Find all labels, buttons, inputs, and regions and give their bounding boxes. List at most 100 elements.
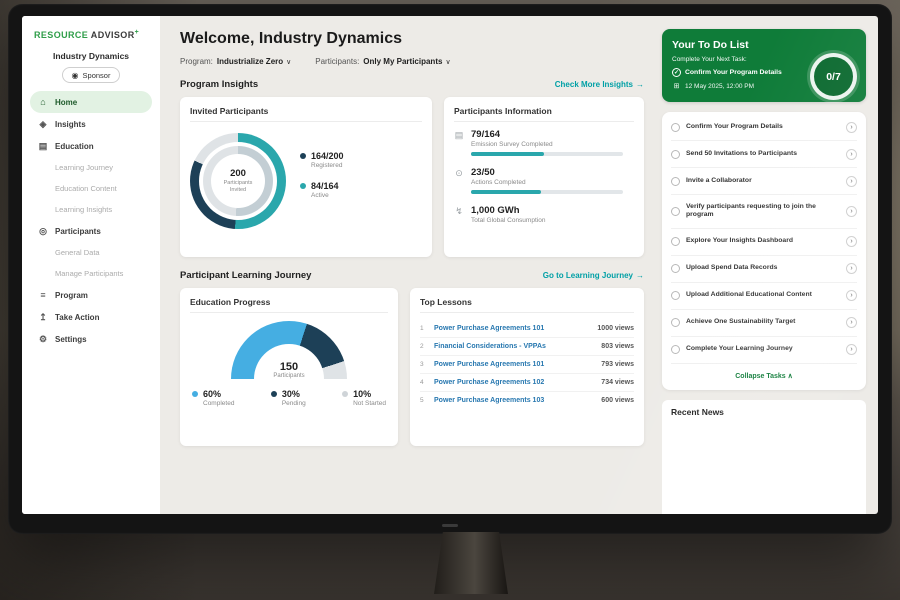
lesson-link[interactable]: Power Purchase Agreements 101 <box>434 325 591 332</box>
sidebar-item-label: Manage Participants <box>55 269 123 278</box>
sidebar-item-insights[interactable]: ◈ Insights <box>30 113 152 135</box>
progress-track <box>471 152 623 156</box>
todo-task[interactable]: Verify participants requesting to join t… <box>671 195 857 229</box>
gauge-center-label: Participants <box>231 373 347 379</box>
sidebar-item-take-action[interactable]: ↥ Take Action <box>30 306 152 328</box>
sidebar-item-learning-journey[interactable]: Learning Journey <box>30 157 152 178</box>
donut-center-value: 200 <box>230 168 246 179</box>
sidebar-item-home[interactable]: ⌂ Home <box>30 91 152 113</box>
chevron-right-icon[interactable]: › <box>846 122 857 133</box>
task-checkbox[interactable] <box>671 291 680 300</box>
top-lessons-card: Top Lessons 1 Power Purchase Agreements … <box>410 288 644 446</box>
sidebar-item-label: Settings <box>55 335 87 344</box>
collapse-tasks-link[interactable]: Collapse Tasks ∧ <box>671 364 857 388</box>
todo-task[interactable]: Invite a Collaborator › <box>671 168 857 195</box>
sidebar-item-general-data[interactable]: General Data <box>30 242 152 263</box>
todo-task[interactable]: Achieve One Sustainability Target › <box>671 310 857 337</box>
todo-progress-ring: 0/7 <box>810 53 857 100</box>
chevron-right-icon[interactable]: › <box>846 290 857 301</box>
todo-summary-card: Your To Do List Complete Your Next Task:… <box>662 29 866 102</box>
sidebar-item-education[interactable]: ▤ Education <box>30 135 152 157</box>
task-checkbox[interactable] <box>671 237 680 246</box>
chevron-right-icon[interactable]: › <box>846 317 857 328</box>
task-checkbox[interactable] <box>671 123 680 132</box>
progress-fill <box>471 152 544 156</box>
recent-news-card: Recent News <box>662 400 866 514</box>
legend-dot-completed <box>192 391 198 397</box>
brand-plus: + <box>135 29 140 36</box>
legend-value: 60% <box>203 389 234 399</box>
sidebar-item-participants[interactable]: ◎ Participants <box>30 220 152 242</box>
sidebar-item-settings[interactable]: ⚙ Settings <box>30 328 152 350</box>
brand-logo: RESOURCE ADVISOR+ <box>30 29 152 40</box>
chevron-right-icon[interactable]: › <box>846 344 857 355</box>
task-label: Invite a Collaborator <box>686 177 840 186</box>
chevron-right-icon[interactable]: › <box>846 206 857 217</box>
task-checkbox[interactable] <box>671 318 680 327</box>
legend-dot-pending <box>271 391 277 397</box>
legend-value: 10% <box>353 389 386 399</box>
sidebar-item-program[interactable]: ≡ Program <box>30 284 152 306</box>
lesson-row: 4 Power Purchase Agreements 102 734 view… <box>420 374 634 392</box>
sidebar-nav: ⌂ Home ◈ Insights ▤ Education Learning J… <box>30 91 152 350</box>
task-label: Verify participants requesting to join t… <box>686 203 840 221</box>
lesson-link[interactable]: Power Purchase Agreements 101 <box>434 361 595 368</box>
legend-value: 30% <box>282 389 306 399</box>
actions-icon: ⊙ <box>454 168 464 194</box>
invited-participants-card: Invited Participants 200 Participants In… <box>180 97 432 257</box>
sidebar-item-manage-participants[interactable]: Manage Participants <box>30 263 152 284</box>
participants-information-card: Participants Information ▤ 79/164 Emissi… <box>444 97 644 257</box>
task-checkbox[interactable] <box>671 345 680 354</box>
lesson-views: 734 views <box>601 379 634 386</box>
invited-donut-inner: 200 Participants Invited <box>203 146 273 216</box>
task-label: Upload Additional Educational Content <box>686 291 840 300</box>
lesson-views: 793 views <box>601 361 634 368</box>
lesson-link[interactable]: Financial Considerations - VPPAs <box>434 343 595 350</box>
chevron-right-icon[interactable]: › <box>846 263 857 274</box>
lesson-rank: 3 <box>420 361 428 368</box>
brand-part2: ADVISOR <box>91 30 135 40</box>
todo-task[interactable]: Upload Additional Educational Content › <box>671 283 857 310</box>
legend-dot-registered <box>300 153 306 159</box>
invited-legend: 164/200 Registered 84/164 Active <box>300 151 344 211</box>
sponsor-label: Sponsor <box>83 71 111 80</box>
info-row: ⊙ 23/50 Actions Completed <box>454 167 634 194</box>
legend-item: 10% Not Started <box>342 389 386 407</box>
lesson-link[interactable]: Power Purchase Agreements 103 <box>434 397 595 404</box>
invited-donut-outer: 200 Participants Invited <box>190 133 286 229</box>
todo-task[interactable]: Upload Spend Data Records › <box>671 256 857 283</box>
todo-task[interactable]: Confirm Your Program Details › <box>671 114 857 141</box>
todo-task[interactable]: Explore Your Insights Dashboard › <box>671 229 857 256</box>
sidebar-item-learning-insights[interactable]: Learning Insights <box>30 199 152 220</box>
consumption-icon: ↯ <box>454 206 464 224</box>
lesson-link[interactable]: Power Purchase Agreements 102 <box>434 379 595 386</box>
check-more-insights-link[interactable]: Check More Insights → <box>555 80 644 89</box>
monitor: RESOURCE ADVISOR+ Industry Dynamics ◉ Sp… <box>8 4 892 534</box>
todo-next-task[interactable]: ✓ Confirm Your Program Details <box>672 68 810 77</box>
section-title: Participant Learning Journey <box>180 270 311 281</box>
program-filter[interactable]: Program: Industrialize Zero ∨ <box>180 57 291 66</box>
participants-filter-value: Only My Participants <box>363 57 442 66</box>
participants-filter[interactable]: Participants: Only My Participants ∨ <box>315 57 450 66</box>
task-checkbox[interactable] <box>671 150 680 159</box>
todo-task[interactable]: Complete Your Learning Journey › <box>671 337 857 364</box>
card-title: Education Progress <box>190 297 388 313</box>
lesson-rank: 2 <box>420 343 428 350</box>
sidebar-item-label: Education <box>55 142 94 151</box>
insights-icon: ◈ <box>38 119 48 130</box>
chevron-right-icon[interactable]: › <box>846 176 857 187</box>
info-label: Actions Completed <box>471 179 634 186</box>
chevron-right-icon[interactable]: › <box>846 236 857 247</box>
settings-icon: ⚙ <box>38 334 48 345</box>
gauge-legend: 60% Completed 30% Pending <box>190 385 388 407</box>
sidebar-item-education-content[interactable]: Education Content <box>30 178 152 199</box>
chevron-right-icon[interactable]: › <box>846 149 857 160</box>
learning-cards-row: Education Progress 150 Participants <box>180 288 644 446</box>
task-checkbox[interactable] <box>671 264 680 273</box>
task-checkbox[interactable] <box>671 207 680 216</box>
lesson-rank: 4 <box>420 379 428 386</box>
sidebar-item-label: Participants <box>55 227 101 236</box>
todo-task[interactable]: Send 50 Invitations to Participants › <box>671 141 857 168</box>
go-to-learning-journey-link[interactable]: Go to Learning Journey → <box>543 271 644 280</box>
task-checkbox[interactable] <box>671 177 680 186</box>
